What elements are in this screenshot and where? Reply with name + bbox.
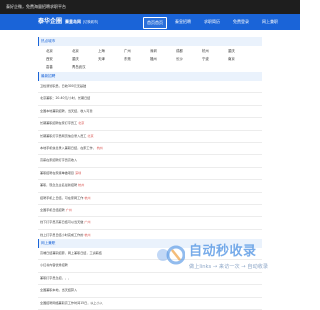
job-title: 长期兼职招聘在家打字员工 [40,121,78,126]
job-title: 卫检测管职员，日收300元无基础 [40,84,87,88]
job-item[interactable]: 长期兼职打字员网页信息录入员工北京 [38,131,262,143]
job-item[interactable]: 全国手机日结招聘广州 [38,205,262,218]
city-link[interactable]: 成都 [176,48,183,55]
parttime-item-title: 高端日结兼职招募，网上兼职日结，工资薪结 [40,251,102,255]
nav-login[interactable]: 免费登录 [229,17,253,27]
site-header: 泰华企圈 秦皇岛网 [切换城市] 首页首页 秦皇招聘 求职简历 免费登录 网上兼职 [0,14,300,30]
logo-text: 泰华企圈 [38,18,63,25]
city-link[interactable]: 北京 [72,48,79,55]
city-link[interactable]: 深圳 [150,48,157,55]
job-title: 全国手机日结招聘 [40,207,65,212]
job-title: 线下打字员高薪日结可以当天做 [40,220,84,225]
job-location: 北京 [87,133,94,138]
watermark-logo-icon [157,245,185,265]
watermark-overlay: 自动秒收录 做上links → 来访一次 → 自动收录 [155,240,300,295]
switch-city-link[interactable]: [切换城市] [83,20,98,24]
city-link[interactable]: 杭州 [202,48,209,55]
job-location: 杭州 [84,232,91,237]
city-link[interactable]: 嘉善 [46,64,53,71]
city-link[interactable]: 南京 [228,56,235,63]
nav-resumes[interactable]: 求职简历 [200,17,224,27]
city-link[interactable]: 天津 [98,56,105,63]
job-item[interactable]: 招聘手机上日结，可在家网工作杭州 [38,193,262,205]
job-item[interactable]: 卫检测管职员，日收300元无基础 [38,81,262,94]
job-location: 杭州 [84,195,91,200]
city-link[interactable]: 广州 [124,48,131,55]
city-link[interactable]: 福州 [150,56,157,63]
job-item[interactable]: 北京兼职：20-40元/小时，长期日结 [38,93,262,106]
city-link[interactable]: 重庆 [228,48,235,55]
announcement-text: 泰好企微，免费海量招聘求职平台 [6,4,66,9]
job-title: 本地手机信息录入兼职日结，在家工作， [40,145,96,150]
parttime-item-title: 全国招聘网络兼职高工作时间15日，以上小入 [40,300,103,305]
job-title: 招聘手机上日结，可在家网工作 [40,195,84,200]
job-location: 广州 [84,220,91,225]
job-item[interactable]: 线下打字员高薪日结可以当天做广州 [38,217,262,230]
job-title: 全国本地兼职招聘，当天结，收入可靠 [40,108,93,113]
hot-cities-section: 热点城市 北京 北京 上海 广州 深圳 成都 杭州 重庆 西安 重庆 天津 东莞… [38,37,262,70]
job-title: 高薪在家招聘打字员高收入 [40,158,78,163]
parttime-item-title: 兼职打字员急招，，， [40,275,71,280]
parttime-item-title: 小红书内容优秀招聘 [40,263,68,268]
nav-parttime[interactable]: 网上兼职 [258,17,282,27]
latest-jobs-title: 最新招聘 [38,72,262,81]
job-title: 线上打字员日结小时完成工作的 [40,232,84,237]
city-link[interactable]: 宁波 [202,56,209,63]
city-link[interactable]: 重庆 [72,56,79,63]
job-location: 广州 [65,207,72,212]
job-title: 长期兼职打字员网页信息录入员工 [40,133,87,138]
city-link[interactable]: 西安 [46,56,53,63]
job-item[interactable]: 兼职，现急急主名最新招聘杭州 [38,180,262,193]
hot-cities-title: 热点城市 [38,37,262,46]
job-item[interactable]: 本地手机信息录入兼职日结，在家工作，杭州 [38,143,262,156]
job-location: 北京 [78,121,85,126]
city-link[interactable]: 青岛武汉 [72,64,86,71]
job-title: 北京兼职：20-40元/小时，长期日结 [40,96,91,101]
job-location: 杭州 [78,183,85,188]
city-link[interactable]: 北京 [46,48,53,55]
parttime-item-title: 全国兼职本地，当天结算入 [40,288,78,293]
city-link[interactable]: 长沙 [176,56,183,63]
city-link[interactable]: 上海 [98,48,105,55]
job-item[interactable]: 全国本地兼职招聘，当天结，收入可靠 [38,106,262,119]
current-city: 秦皇岛网 [65,19,82,24]
job-location: 深圳 [75,170,82,175]
job-item[interactable]: 高薪在家招聘打字员高收入 [38,155,262,168]
site-logo[interactable]: 泰华企圈 秦皇岛网 [切换城市] [38,15,98,29]
job-title: 兼职，现急急主名最新招聘 [40,183,78,188]
job-location: 杭州 [96,145,103,150]
watermark-slogan: 做上links → 来访一次 → 自动收录 [189,264,269,270]
city-grid: 北京 北京 上海 广州 深圳 成都 杭州 重庆 西安 重庆 天津 东莞 福州 长… [38,46,262,70]
nav-jobs[interactable]: 秦皇招聘 [171,17,195,27]
parttime-item[interactable]: 全国招聘网络兼职高工作时间15日，以上小入 [38,298,262,310]
watermark-title: 自动秒收录 [189,244,257,259]
nav-home[interactable]: 首页首页 [143,17,167,29]
job-item[interactable]: 长期兼职招聘在家打字员工北京 [38,118,262,131]
city-link[interactable]: 东莞 [124,56,131,63]
top-announcement-bar: 泰好企微，免费海量招聘求职平台 [0,0,300,14]
job-item[interactable]: 兼职招聘在家接单做项目深圳 [38,168,262,181]
job-title: 兼职招聘在家接单做项目 [40,170,75,175]
